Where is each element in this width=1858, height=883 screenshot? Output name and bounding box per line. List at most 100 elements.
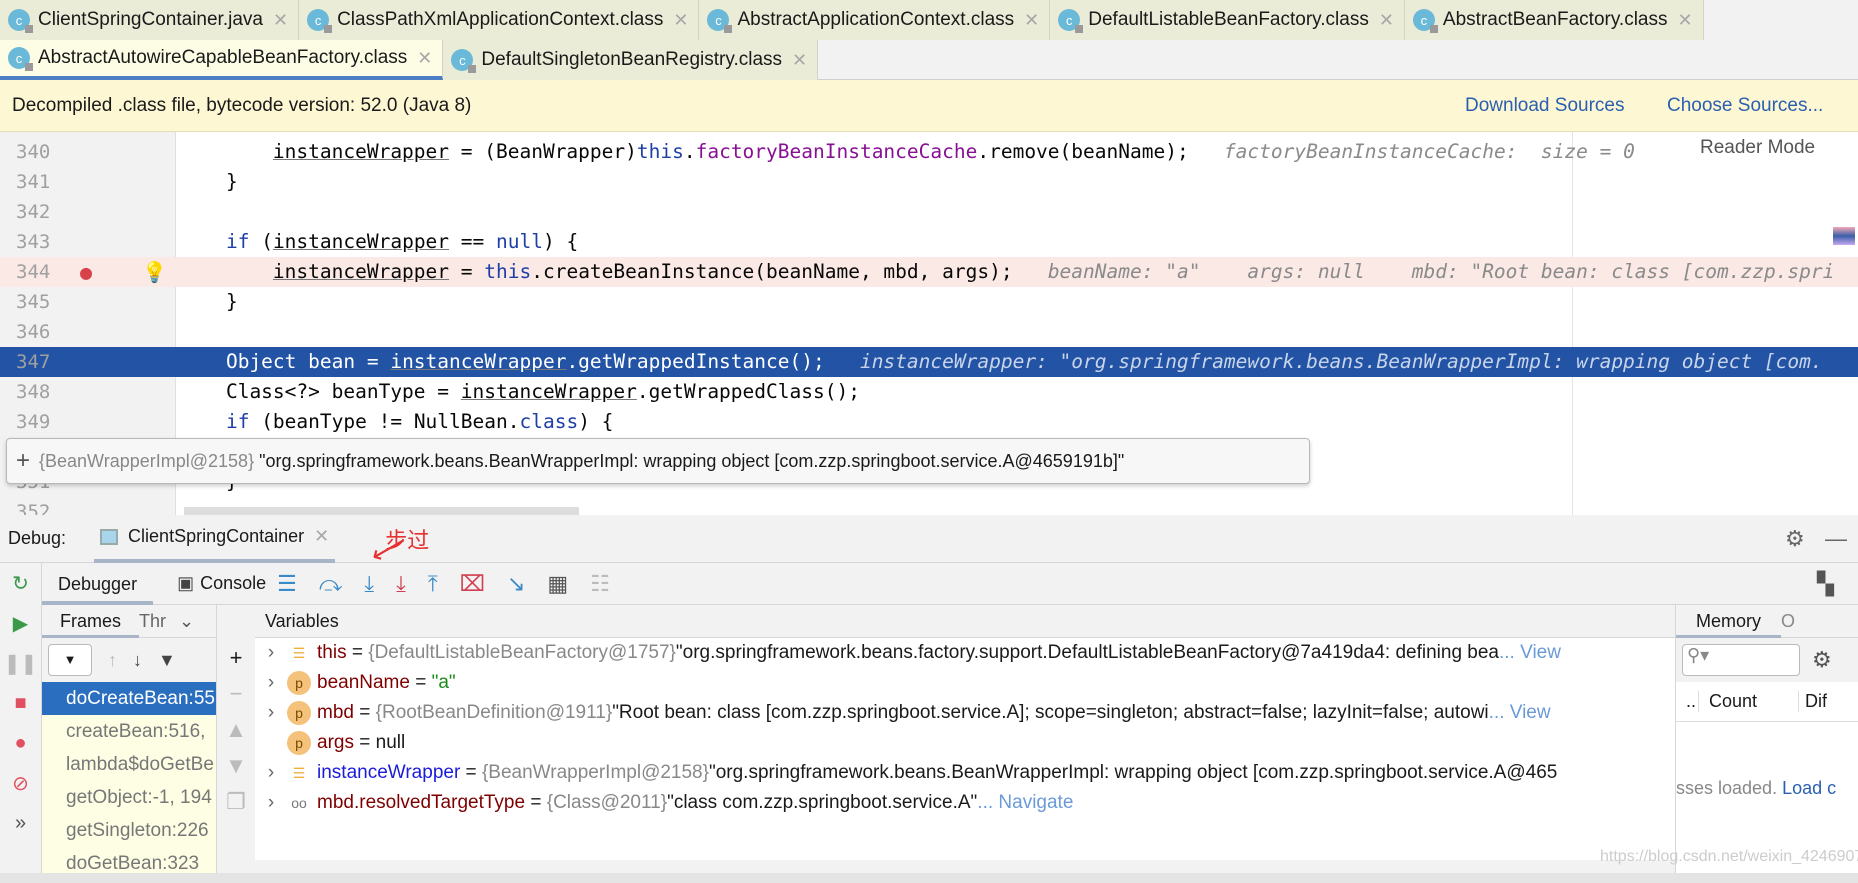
code-line[interactable]: 345 }	[0, 287, 1858, 317]
stop-icon[interactable]: ■	[0, 683, 41, 723]
code-token: }	[179, 290, 238, 313]
variable-row[interactable]: › oo mbd.resolvedTargetType = {Class@2011}…	[255, 788, 1675, 818]
view-link[interactable]: ... Navigate	[977, 792, 1073, 814]
tab-frames[interactable]: Frames	[42, 605, 140, 638]
expand-plus-icon[interactable]: +	[7, 447, 39, 475]
reader-mode-button[interactable]: Reader Mode	[1700, 137, 1815, 159]
editor-tab[interactable]: c DefaultSingletonBeanRegistry.class ✕	[443, 40, 819, 80]
tab-threads[interactable]: Thr	[139, 611, 179, 632]
editor-tab[interactable]: c AbstractAutowireCapableBeanFactory.clas…	[0, 40, 444, 80]
breakpoint-icon[interactable]: ●	[80, 257, 92, 287]
rerun-icon[interactable]: ↻	[0, 563, 41, 603]
view-link[interactable]: ... View	[1499, 642, 1561, 664]
tab-debugger[interactable]: Debugger	[42, 563, 154, 605]
show-execution-point-icon[interactable]: ☰	[277, 571, 297, 597]
pause-icon[interactable]: ❚❚	[0, 643, 41, 683]
code-line[interactable]: 344 ● 💡 instanceWrapper = this.createBeanI…	[0, 257, 1858, 287]
move-up-icon[interactable]: ▲	[225, 717, 247, 743]
mute-breakpoints-icon[interactable]: ⊘	[0, 763, 41, 803]
close-icon[interactable]: ✕	[1024, 10, 1039, 31]
step-out-icon[interactable]: ⤒	[428, 571, 438, 597]
close-icon[interactable]: ✕	[314, 526, 329, 547]
trace-icon[interactable]: ☷	[590, 571, 610, 597]
tab-overhead[interactable]: O	[1781, 611, 1795, 632]
editor-tab[interactable]: c AbstractApplicationContext.class ✕	[699, 0, 1051, 40]
code-line[interactable]: 341 }	[0, 167, 1858, 197]
chevron-down-icon[interactable]: ⌄	[179, 611, 194, 632]
variable-row[interactable]: › p mbd = {RootBeanDefinition@1911} "Root …	[255, 698, 1675, 728]
force-step-into-icon[interactable]: ⤓	[396, 571, 406, 597]
chevron-right-icon[interactable]: ›	[255, 702, 287, 724]
remove-watch-icon[interactable]: −	[230, 681, 243, 707]
gear-icon[interactable]: ⚙	[1812, 647, 1832, 673]
code-editor[interactable]: Reader Mode 340 instanceWrapper = (BeanW…	[0, 132, 1858, 515]
variables-tree[interactable]: › ☰ this = {DefaultListableBeanFactory@175…	[255, 638, 1675, 860]
arrow-down-icon[interactable]: ↓	[133, 650, 142, 671]
minimize-icon[interactable]: —	[1825, 526, 1847, 552]
filter-icon[interactable]: ▼	[158, 650, 176, 671]
drop-frame-icon[interactable]: ⌧	[460, 571, 485, 597]
step-over-icon[interactable]: ⤼	[319, 571, 343, 597]
thread-select-dropdown[interactable]: ▼	[48, 644, 92, 676]
app-window-icon	[100, 528, 119, 545]
layout-settings-icon[interactable]: ▚	[1817, 571, 1834, 597]
code-line[interactable]: 348 Class<?> beanType = instanceWrapper.…	[0, 377, 1858, 407]
column-count[interactable]: Count	[1698, 691, 1798, 712]
frame-item[interactable]: lambda$doGetBe	[42, 748, 216, 781]
chevron-right-icon[interactable]: ›	[255, 762, 287, 784]
close-icon[interactable]: ✕	[1379, 10, 1394, 31]
code-line[interactable]: 352	[0, 497, 1858, 515]
evaluate-expression-icon[interactable]: ▦	[547, 571, 568, 597]
intention-bulb-icon[interactable]: 💡	[142, 257, 167, 287]
debug-session-tab[interactable]: ClientSpringContainer ✕	[94, 515, 336, 563]
editor-tab[interactable]: c ClientSpringContainer.java ✕	[0, 0, 300, 40]
move-down-icon[interactable]: ▼	[225, 753, 247, 779]
frame-item[interactable]: getSingleton:226	[42, 814, 216, 847]
close-icon[interactable]: ✕	[417, 48, 432, 69]
download-sources-link[interactable]: Download Sources	[1465, 95, 1624, 117]
gear-icon[interactable]: ⚙	[1785, 526, 1805, 552]
code-line[interactable]: 347 Object bean = instanceWrapper.getWra…	[0, 347, 1858, 377]
chevron-right-icon[interactable]: ›	[255, 792, 287, 814]
step-into-icon[interactable]: ⤓	[364, 571, 374, 597]
code-line[interactable]: 346	[0, 317, 1858, 347]
chevron-right-icon[interactable]: ›	[255, 672, 287, 694]
code-line[interactable]: 340 instanceWrapper = (BeanWrapper)this.…	[0, 137, 1858, 167]
frame-item[interactable]: getObject:-1, 194	[42, 781, 216, 814]
editor-tab[interactable]: c DefaultListableBeanFactory.class ✕	[1050, 0, 1405, 40]
close-icon[interactable]: ✕	[273, 10, 288, 31]
close-icon[interactable]: ✕	[1678, 10, 1693, 31]
error-stripe-markers[interactable]	[1833, 227, 1855, 245]
choose-sources-link[interactable]: Choose Sources...	[1667, 95, 1823, 117]
resume-icon[interactable]: ▶	[0, 603, 41, 643]
frame-item[interactable]: createBean:516,	[42, 715, 216, 748]
run-to-cursor-icon[interactable]: ↘	[507, 571, 525, 597]
frame-item[interactable]: doCreateBean:55	[42, 682, 216, 715]
close-icon[interactable]: ✕	[673, 10, 688, 31]
variable-row[interactable]: p args = null	[255, 728, 1675, 758]
more-icon[interactable]: »	[0, 803, 41, 843]
tab-memory[interactable]: Memory	[1676, 605, 1782, 638]
tab-console[interactable]: Console	[200, 573, 266, 594]
add-watch-icon[interactable]: +	[230, 645, 243, 671]
code-line[interactable]: 349 if (beanType != NullBean.class) {	[0, 407, 1858, 437]
code-line[interactable]: 343 if (instanceWrapper == null) {	[0, 227, 1858, 257]
code-token: =	[449, 260, 485, 283]
variable-row[interactable]: › ☰ instanceWrapper = {BeanWrapperImpl@215…	[255, 758, 1675, 788]
code-line[interactable]: 342	[0, 197, 1858, 227]
editor-tab[interactable]: c ClassPathXmlApplicationContext.class ✕	[299, 0, 700, 40]
editor-tab[interactable]: c AbstractBeanFactory.class ✕	[1404, 0, 1704, 40]
column-class[interactable]: ..	[1676, 691, 1698, 712]
column-diff[interactable]: Dif	[1798, 691, 1827, 712]
load-classes-link[interactable]: Load c	[1782, 778, 1836, 798]
duplicate-icon[interactable]: ❐	[226, 789, 246, 815]
view-breakpoints-icon[interactable]: ●	[0, 723, 41, 763]
chevron-right-icon[interactable]: ›	[255, 642, 287, 664]
line-number: 344	[16, 261, 51, 283]
variable-row[interactable]: › ☰ this = {DefaultListableBeanFactory@175…	[255, 638, 1675, 668]
view-link[interactable]: ... View	[1489, 702, 1551, 724]
arrow-up-icon[interactable]: ↑	[108, 650, 117, 671]
close-icon[interactable]: ✕	[792, 50, 807, 71]
variable-row[interactable]: › p beanName = "a"	[255, 668, 1675, 698]
memory-search-input[interactable]: ⚲▾	[1682, 644, 1800, 676]
